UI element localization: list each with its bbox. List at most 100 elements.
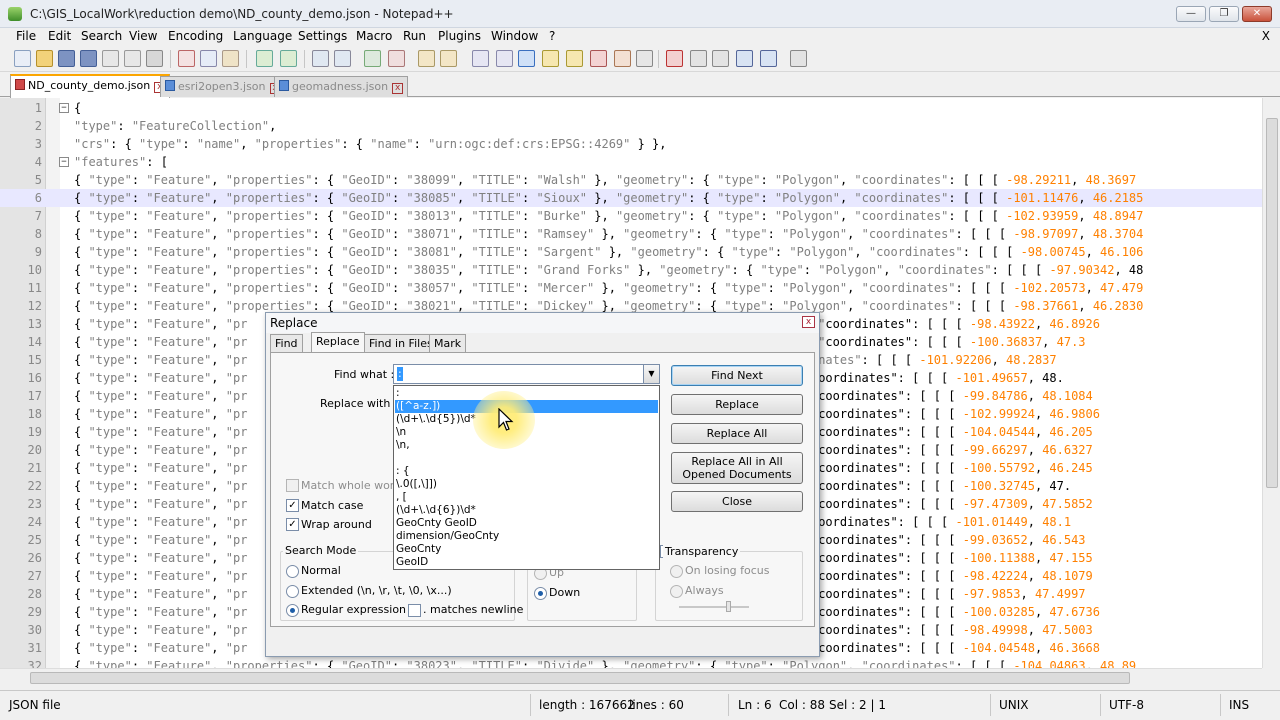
record-macro-icon[interactable] xyxy=(666,50,683,67)
run-macro-multiple-icon[interactable] xyxy=(736,50,753,67)
save-all-icon[interactable] xyxy=(80,50,97,67)
sync-vertical-icon[interactable] xyxy=(418,50,435,67)
dropdown-option[interactable]: , [ xyxy=(396,491,407,504)
undo-icon[interactable] xyxy=(256,50,273,67)
editor-line[interactable]: 11 { "type": "Feature", "properties": { "… xyxy=(0,279,1262,297)
cut-icon[interactable] xyxy=(178,50,195,67)
close-file-icon[interactable] xyxy=(102,50,119,67)
dropdown-option[interactable]: GeoCnty xyxy=(396,543,441,556)
tab-replace[interactable]: Replace xyxy=(311,332,365,353)
regular-expression-radio[interactable] xyxy=(286,604,299,617)
menu-settings[interactable]: Settings xyxy=(298,29,347,43)
word-wrap-icon[interactable] xyxy=(472,50,489,67)
normal-radio[interactable] xyxy=(286,565,299,578)
editor-line[interactable]: 9 { "type": "Feature", "properties": { "G… xyxy=(0,243,1262,261)
menu-run[interactable]: Run xyxy=(403,29,426,43)
replace-all-opened-button[interactable]: Replace All in All Opened Documents xyxy=(671,452,803,484)
menu-file[interactable]: File xyxy=(16,29,36,43)
editor-line[interactable]: 32 { "type": "Feature", "properties": { "… xyxy=(0,657,1262,668)
menu-search[interactable]: Search xyxy=(81,29,122,43)
menu-help[interactable]: ? xyxy=(549,29,555,43)
plugin-icon[interactable] xyxy=(790,50,807,67)
editor-line[interactable]: 8 { "type": "Feature", "properties": { "G… xyxy=(0,225,1262,243)
chevron-down-icon[interactable]: ▼ xyxy=(643,365,659,383)
editor-line[interactable]: 4 − "features": [ xyxy=(0,153,1262,171)
function-list-icon[interactable] xyxy=(590,50,607,67)
sync-horizontal-icon[interactable] xyxy=(440,50,457,67)
find-next-button[interactable]: Find Next xyxy=(671,365,803,386)
print-icon[interactable] xyxy=(146,50,163,67)
monitoring-eye-icon[interactable] xyxy=(636,50,653,67)
editor-line[interactable]: 1 −{ xyxy=(0,99,1262,117)
find-what-combobox[interactable]: : ▼ xyxy=(393,364,660,384)
open-file-icon[interactable] xyxy=(36,50,53,67)
tab-nd-county-demo[interactable]: ND_county_demo.jsonx xyxy=(10,74,171,98)
dropdown-option[interactable]: GeoCnty GeoID xyxy=(396,517,477,530)
editor-line[interactable]: 7 { "type": "Feature", "properties": { "G… xyxy=(0,207,1262,225)
doc-map-icon[interactable] xyxy=(566,50,583,67)
dropdown-option[interactable]: \.0([,\]]) xyxy=(396,478,437,491)
wrap-around-checkbox[interactable]: ✓ xyxy=(286,518,299,531)
extended-radio[interactable] xyxy=(286,585,299,598)
dropdown-option[interactable]: \n, xyxy=(396,439,410,452)
editor-line[interactable]: 6 { "type": "Feature", "properties": { "G… xyxy=(0,189,1262,207)
editor-line[interactable]: 2 "type": "FeatureCollection", xyxy=(0,117,1262,135)
copy-icon[interactable] xyxy=(200,50,217,67)
dropdown-option[interactable]: (\d+\.\d{5})\d* xyxy=(396,413,476,426)
dropdown-option[interactable]: GeoID xyxy=(396,556,428,569)
save-icon[interactable] xyxy=(58,50,75,67)
transparency-slider-thumb[interactable] xyxy=(726,601,731,612)
stop-macro-icon[interactable] xyxy=(690,50,707,67)
user-language-icon[interactable] xyxy=(542,50,559,67)
minimize-button[interactable]: — xyxy=(1176,6,1206,22)
tab-find[interactable]: Find xyxy=(270,334,303,352)
new-file-icon[interactable] xyxy=(14,50,31,67)
menu-encoding[interactable]: Encoding xyxy=(168,29,223,43)
direction-down-radio[interactable] xyxy=(534,587,547,600)
always-radio[interactable] xyxy=(670,585,683,598)
scroll-thumb[interactable] xyxy=(1266,118,1278,488)
indent-guide-icon[interactable] xyxy=(518,50,535,67)
play-macro-icon[interactable] xyxy=(712,50,729,67)
find-icon[interactable] xyxy=(312,50,329,67)
save-macro-icon[interactable] xyxy=(760,50,777,67)
editor-line[interactable]: 3 "crs": { "type": "name", "properties": … xyxy=(0,135,1262,153)
tab-find-in-files[interactable]: Find in Files xyxy=(364,334,438,352)
redo-icon[interactable] xyxy=(280,50,297,67)
horizontal-scrollbar[interactable] xyxy=(0,668,1262,686)
match-case-checkbox[interactable]: ✓ xyxy=(286,499,299,512)
restore-button[interactable]: ❐ xyxy=(1209,6,1239,22)
editor-line[interactable]: 5 { "type": "Feature", "properties": { "G… xyxy=(0,171,1262,189)
zoom-in-icon[interactable] xyxy=(364,50,381,67)
zoom-out-icon[interactable] xyxy=(388,50,405,67)
close-document-icon[interactable]: X xyxy=(1262,29,1270,43)
menu-window[interactable]: Window xyxy=(491,29,538,43)
menu-edit[interactable]: Edit xyxy=(48,29,71,43)
close-window-button[interactable]: ✕ xyxy=(1242,6,1272,22)
fold-toggle-icon[interactable]: − xyxy=(59,157,69,167)
menu-language[interactable]: Language xyxy=(233,29,292,43)
show-all-characters-icon[interactable] xyxy=(496,50,513,67)
menu-macro[interactable]: Macro xyxy=(356,29,392,43)
fold-toggle-icon[interactable]: − xyxy=(59,103,69,113)
transparency-slider-track[interactable] xyxy=(679,606,749,608)
editor-line[interactable]: 10 { "type": "Feature", "properties": { "… xyxy=(0,261,1262,279)
replace-button[interactable]: Replace xyxy=(671,394,803,415)
tab-mark[interactable]: Mark xyxy=(429,334,467,352)
on-losing-focus-radio[interactable] xyxy=(670,565,683,578)
menu-view[interactable]: View xyxy=(129,29,157,43)
folder-workspace-icon[interactable] xyxy=(614,50,631,67)
dropdown-option[interactable]: \n xyxy=(396,426,406,439)
matches-newline-checkbox[interactable] xyxy=(408,604,421,617)
match-whole-word-checkbox[interactable] xyxy=(286,479,299,492)
tab-esri2open3[interactable]: esri2open3.jsonx xyxy=(160,76,286,97)
scroll-thumb[interactable] xyxy=(30,672,1130,684)
vertical-scrollbar[interactable] xyxy=(1262,98,1280,668)
close-all-icon[interactable] xyxy=(124,50,141,67)
menu-plugins[interactable]: Plugins xyxy=(438,29,481,43)
dropdown-option[interactable]: dimension/GeoCnty xyxy=(396,530,499,543)
close-tab-icon[interactable]: x xyxy=(392,83,404,94)
dropdown-option[interactable]: : xyxy=(396,387,400,400)
replace-icon[interactable] xyxy=(334,50,351,67)
paste-icon[interactable] xyxy=(222,50,239,67)
